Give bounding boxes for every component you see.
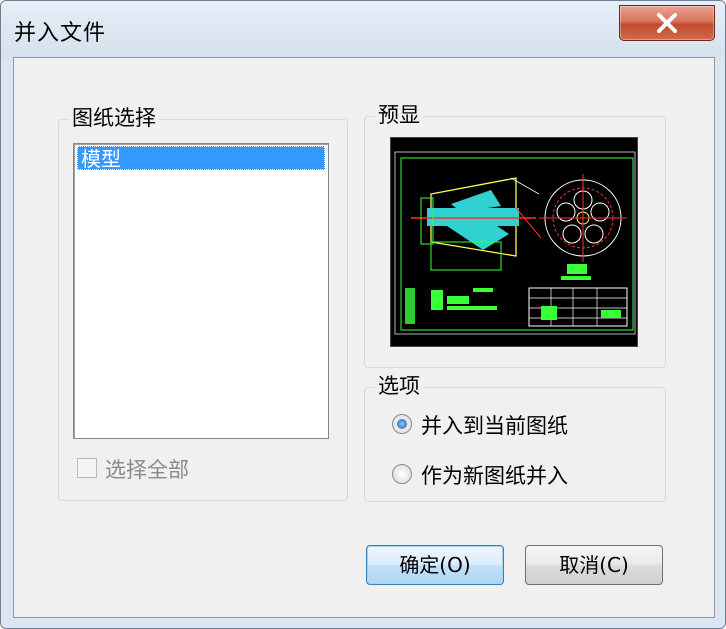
title-bar[interactable]: 并入文件 [1,1,725,57]
merge-current-radio[interactable] [392,414,412,434]
ok-button[interactable]: 确定(O) [366,545,504,585]
cad-thumbnail-image [391,138,637,346]
window-title: 并入文件 [14,21,107,46]
drawing-preview [390,137,638,347]
close-button[interactable] [619,5,715,41]
sheet-selection-title: 图纸选择 [69,106,159,130]
sheet-list[interactable]: 模型 [73,143,329,439]
select-all-label: 选择全部 [105,458,189,482]
merge-current-label[interactable]: 并入到当前图纸 [421,410,568,440]
preview-title: 预显 [375,103,423,127]
close-icon [657,13,677,33]
list-item[interactable]: 模型 [77,146,325,171]
options-title: 选项 [375,374,423,398]
merge-new-label[interactable]: 作为新图纸并入 [421,460,568,490]
merge-file-dialog: 并入文件 图纸选择 模型 选择全部 预显 选项 并入到当前图纸 作为新图纸并入 … [0,0,726,629]
select-all-checkbox[interactable] [77,458,97,478]
merge-new-radio[interactable] [392,464,412,484]
cancel-button[interactable]: 取消(C) [525,545,663,585]
radio-selected-dot [397,419,407,429]
